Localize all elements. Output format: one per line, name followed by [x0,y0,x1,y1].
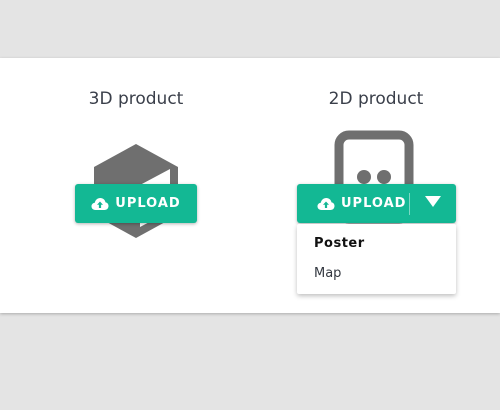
menu-item-map[interactable]: Map [297,259,456,289]
product-3d-title: 3D product [88,89,184,109]
caret-down-icon [425,196,441,211]
dropdown-toggle-button[interactable] [410,184,456,223]
product-2d-title: 2D product [328,89,424,109]
upload-3d-label: UPLOAD [115,196,181,211]
upload-2d-button[interactable]: UPLOAD [297,184,409,223]
upload-type-menu: Poster Map [297,224,456,294]
upload-2d-split-button: UPLOAD [297,184,456,223]
menu-item-poster[interactable]: Poster [297,229,456,259]
cloud-upload-icon [317,197,335,211]
upload-3d-button[interactable]: UPLOAD [75,184,197,223]
cloud-upload-icon [91,197,109,211]
upload-2d-label: UPLOAD [341,196,407,211]
